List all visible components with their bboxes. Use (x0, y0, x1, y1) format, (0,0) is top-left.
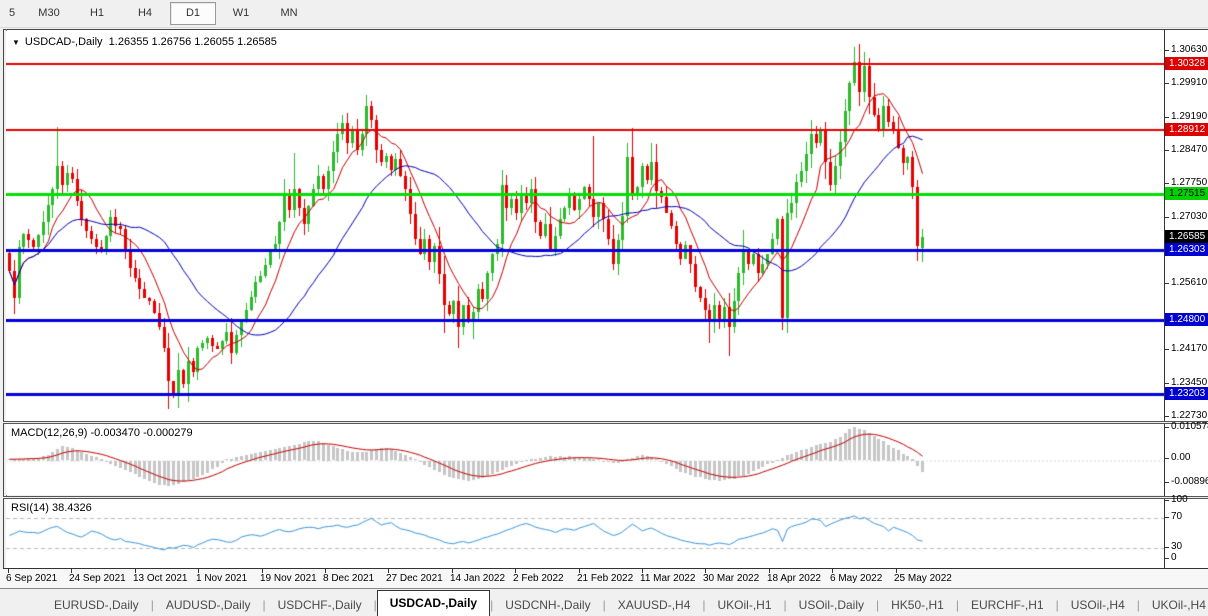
collapse-arrow-icon[interactable]: ▼ (12, 38, 20, 47)
axis-tick-mark (1165, 500, 1169, 501)
chart-symbol-label: USDCAD-,Daily (25, 36, 103, 48)
macd-name: MACD(12,26,9) (11, 427, 87, 439)
date-label: 11 Mar 2022 (640, 573, 695, 584)
rsi-axis-label: 0 (1171, 552, 1177, 563)
chart-tab-ukoil-h4[interactable]: UKOil-,H4 (1140, 594, 1208, 616)
axis-tick-mark (1165, 349, 1169, 350)
chart-tab-usdchf-daily[interactable]: USDCHF-,Daily (266, 594, 374, 616)
macd-panel-splitter[interactable] (3, 421, 1208, 424)
rsi-label: RSI(14) 38.4326 (11, 502, 92, 514)
chart-tab-ukoil-h1[interactable]: UKOil-,H1 (706, 594, 784, 616)
date-label: 6 May 2022 (830, 573, 882, 584)
timeframe-button-5[interactable]: 5 (0, 2, 24, 25)
rsi-axis-label: 100 (1171, 494, 1188, 505)
axis-tick-mark (1165, 547, 1169, 548)
date-label: 21 Feb 2022 (577, 573, 633, 584)
date-label: 24 Sep 2021 (69, 573, 126, 584)
chart-tab-usdcad-daily[interactable]: USDCAD-,Daily (377, 590, 490, 616)
price-level-badge: 1.27515 (1165, 187, 1208, 200)
timeframe-button-d1[interactable]: D1 (170, 2, 216, 25)
axis-tick-mark (1165, 217, 1169, 218)
chart-tab-eurchf-h1[interactable]: EURCHF-,H1 (959, 594, 1056, 616)
chart-quote-ohlc: 1.26355 1.26756 1.26055 1.26585 (109, 36, 277, 48)
date-label: 6 Sep 2021 (6, 573, 57, 584)
chart-tab-hk50-h1[interactable]: HK50-,H1 (879, 594, 956, 616)
chart-title: ▼ USDCAD-,Daily 1.26355 1.26756 1.26055 1… (12, 36, 277, 48)
rsi-name: RSI(14) (11, 502, 49, 514)
timeframe-button-h1[interactable]: H1 (74, 2, 120, 25)
chart-window-left-border (3, 29, 4, 588)
date-label: 25 May 2022 (894, 573, 952, 584)
price-level-badge: 1.30328 (1165, 57, 1208, 70)
chart-tab-usoil-daily[interactable]: USOil-,Daily (787, 594, 876, 616)
timeframe-button-mn[interactable]: MN (266, 2, 312, 25)
axis-tick-mark (1165, 427, 1169, 428)
axis-tick-mark (1165, 383, 1169, 384)
price-tick-label: 1.29910 (1171, 77, 1207, 88)
macd-signal-value: -0.000279 (143, 427, 193, 439)
chart-tab-xauusd-h4[interactable]: XAUUSD-,H4 (606, 594, 703, 616)
timeframe-button-w1[interactable]: W1 (218, 2, 264, 25)
macd-axis-label: 0.00 (1171, 452, 1190, 463)
price-tick-label: 1.29190 (1171, 111, 1207, 122)
rsi-axis-label: 30 (1171, 541, 1182, 552)
axis-tick-mark (1165, 283, 1169, 284)
date-label: 2 Feb 2022 (513, 573, 564, 584)
axis-tick-mark (1165, 50, 1169, 51)
axis-tick-mark (1165, 117, 1169, 118)
axis-tick-mark (1165, 416, 1169, 417)
axis-tick-mark (1165, 558, 1169, 559)
chart-tab-bar: EURUSD-,Daily|AUDUSD-,Daily|USDCHF-,Dail… (0, 589, 1208, 616)
axis-tick-mark (1165, 458, 1169, 459)
price-tick-label: 1.22730 (1171, 410, 1207, 421)
chart-tab-eurusd-daily[interactable]: EURUSD-,Daily (42, 594, 151, 616)
macd-axis-label: -0.00896 (1171, 476, 1208, 487)
date-label: 30 Mar 2022 (703, 573, 759, 584)
rsi-axis-label: 70 (1171, 511, 1182, 522)
date-label: 13 Oct 2021 (133, 573, 187, 584)
price-tick-label: 1.30630 (1171, 44, 1207, 55)
chart-tab-usdcnh-daily[interactable]: USDCNH-,Daily (493, 594, 602, 616)
chart-tab-audusd-daily[interactable]: AUDUSD-,Daily (154, 594, 263, 616)
rsi-value: 38.4326 (52, 502, 92, 514)
date-label: 18 Apr 2022 (767, 573, 821, 584)
price-level-badge: 1.26303 (1165, 243, 1208, 256)
axis-tick-mark (1165, 183, 1169, 184)
rsi-panel-splitter[interactable] (3, 496, 1208, 499)
date-label: 19 Nov 2021 (260, 573, 317, 584)
rsi-indicator-canvas[interactable] (6, 499, 1164, 568)
axis-tick-mark (1165, 83, 1169, 84)
candlestick-chart-canvas[interactable] (6, 31, 1164, 421)
price-level-badge: 1.28912 (1165, 123, 1208, 136)
macd-label: MACD(12,26,9) -0.003470 -0.000279 (11, 427, 193, 439)
timeframe-toolbar: 5M30H1H4D1W1MN (0, 0, 1208, 28)
price-level-badge: 1.26585 (1165, 230, 1208, 243)
timeframe-button-m30[interactable]: M30 (26, 2, 72, 25)
price-tick-label: 1.28470 (1171, 144, 1207, 155)
price-level-badge: 1.24800 (1165, 313, 1208, 326)
date-label: 8 Dec 2021 (323, 573, 374, 584)
macd-axis-label: 0.010578 (1171, 421, 1208, 432)
price-tick-label: 1.25610 (1171, 277, 1207, 288)
axis-tick-mark (1165, 150, 1169, 151)
price-level-badge: 1.23203 (1165, 387, 1208, 400)
price-tick-label: 1.24170 (1171, 343, 1207, 354)
price-tick-label: 1.27030 (1171, 211, 1207, 222)
date-label: 27 Dec 2021 (386, 573, 443, 584)
price-axis[interactable]: 1.306301.299101.291901.284701.277501.270… (1165, 29, 1208, 569)
chart-tab-usoil-h4[interactable]: USOil-,H4 (1059, 594, 1137, 616)
macd-main-value: -0.003470 (90, 427, 140, 439)
axis-tick-mark (1165, 482, 1169, 483)
date-axis[interactable]: 6 Sep 2021 24 Sep 2021 13 Oct 2021 1 Nov 20… (0, 569, 1208, 588)
date-label: 14 Jan 2022 (450, 573, 505, 584)
timeframe-button-h4[interactable]: H4 (122, 2, 168, 25)
date-label: 1 Nov 2021 (196, 573, 247, 584)
axis-tick-mark (1165, 517, 1169, 518)
